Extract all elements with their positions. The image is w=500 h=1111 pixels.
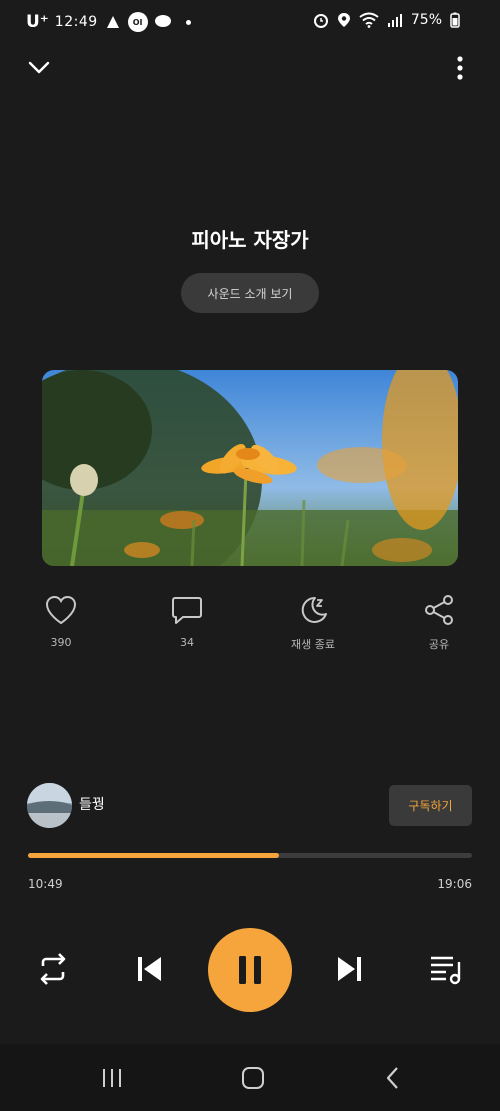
next-button[interactable]: [327, 946, 373, 992]
comment-button[interactable]: 34: [142, 594, 232, 658]
playlist-button[interactable]: [423, 946, 469, 992]
sound-intro-button[interactable]: 사운드 소개 보기: [181, 273, 319, 313]
previous-button[interactable]: [126, 946, 172, 992]
more-options-button[interactable]: [452, 55, 468, 81]
status-left: U⁺ 12:49 OI: [26, 12, 191, 32]
wifi-icon: [359, 12, 379, 28]
moon-sleep-icon: [301, 596, 327, 623]
repeat-icon: [40, 953, 66, 985]
sleep-timer-label: 재생 종료: [291, 638, 335, 651]
progress-fill: [28, 853, 280, 858]
pause-button[interactable]: [208, 928, 292, 1012]
total-time: 19:06: [437, 877, 472, 891]
battery-icon: [450, 12, 460, 28]
more-vert-icon: [457, 56, 463, 80]
share-label: 공유: [428, 638, 450, 651]
recents-button[interactable]: [100, 1066, 124, 1094]
status-time: 12:49: [54, 14, 98, 30]
collapse-button[interactable]: [26, 56, 52, 78]
share-button[interactable]: 공유: [394, 594, 484, 658]
chat-icon: [154, 15, 171, 27]
previous-icon: [138, 957, 161, 981]
track-title: 피아노 자장가: [191, 228, 309, 252]
back-icon: [386, 1067, 398, 1089]
progress-bar[interactable]: [28, 853, 472, 858]
carrier-label: U⁺: [26, 12, 49, 32]
back-button[interactable]: [381, 1066, 405, 1094]
like-count: 390: [50, 636, 72, 649]
comment-icon: [172, 597, 202, 624]
signal-icon: [387, 14, 402, 27]
current-time: 10:49: [28, 877, 63, 891]
battery-level: 75%: [410, 12, 442, 28]
system-nav-bar: [0, 1044, 500, 1111]
more-notifications-icon: [185, 19, 191, 25]
recents-icon: [103, 1069, 121, 1087]
location-icon: [337, 13, 350, 27]
status-right: 75%: [313, 12, 460, 28]
subscribe-button[interactable]: 구독하기: [389, 785, 472, 826]
notification-icon: [106, 16, 119, 28]
track-artwork: [42, 370, 458, 566]
playlist-icon: [431, 956, 461, 985]
like-button[interactable]: 390: [16, 594, 106, 658]
home-icon: [242, 1067, 264, 1089]
pause-icon: [239, 956, 261, 984]
repeat-button[interactable]: [30, 946, 76, 992]
comment-count: 34: [180, 636, 194, 649]
channel-avatar[interactable]: [27, 783, 72, 828]
next-icon: [338, 957, 361, 981]
app-notification-icon: OI: [127, 12, 148, 32]
chevron-down-icon: [28, 61, 50, 74]
share-icon: [425, 595, 453, 625]
status-bar: U⁺ 12:49 OI 75%: [0, 0, 500, 46]
channel-name[interactable]: 들꿩: [79, 794, 105, 814]
alarm-icon: [313, 14, 328, 28]
sleep-timer-button[interactable]: 재생 종료: [268, 594, 358, 658]
home-button[interactable]: [241, 1066, 265, 1094]
heart-icon: [45, 595, 77, 625]
